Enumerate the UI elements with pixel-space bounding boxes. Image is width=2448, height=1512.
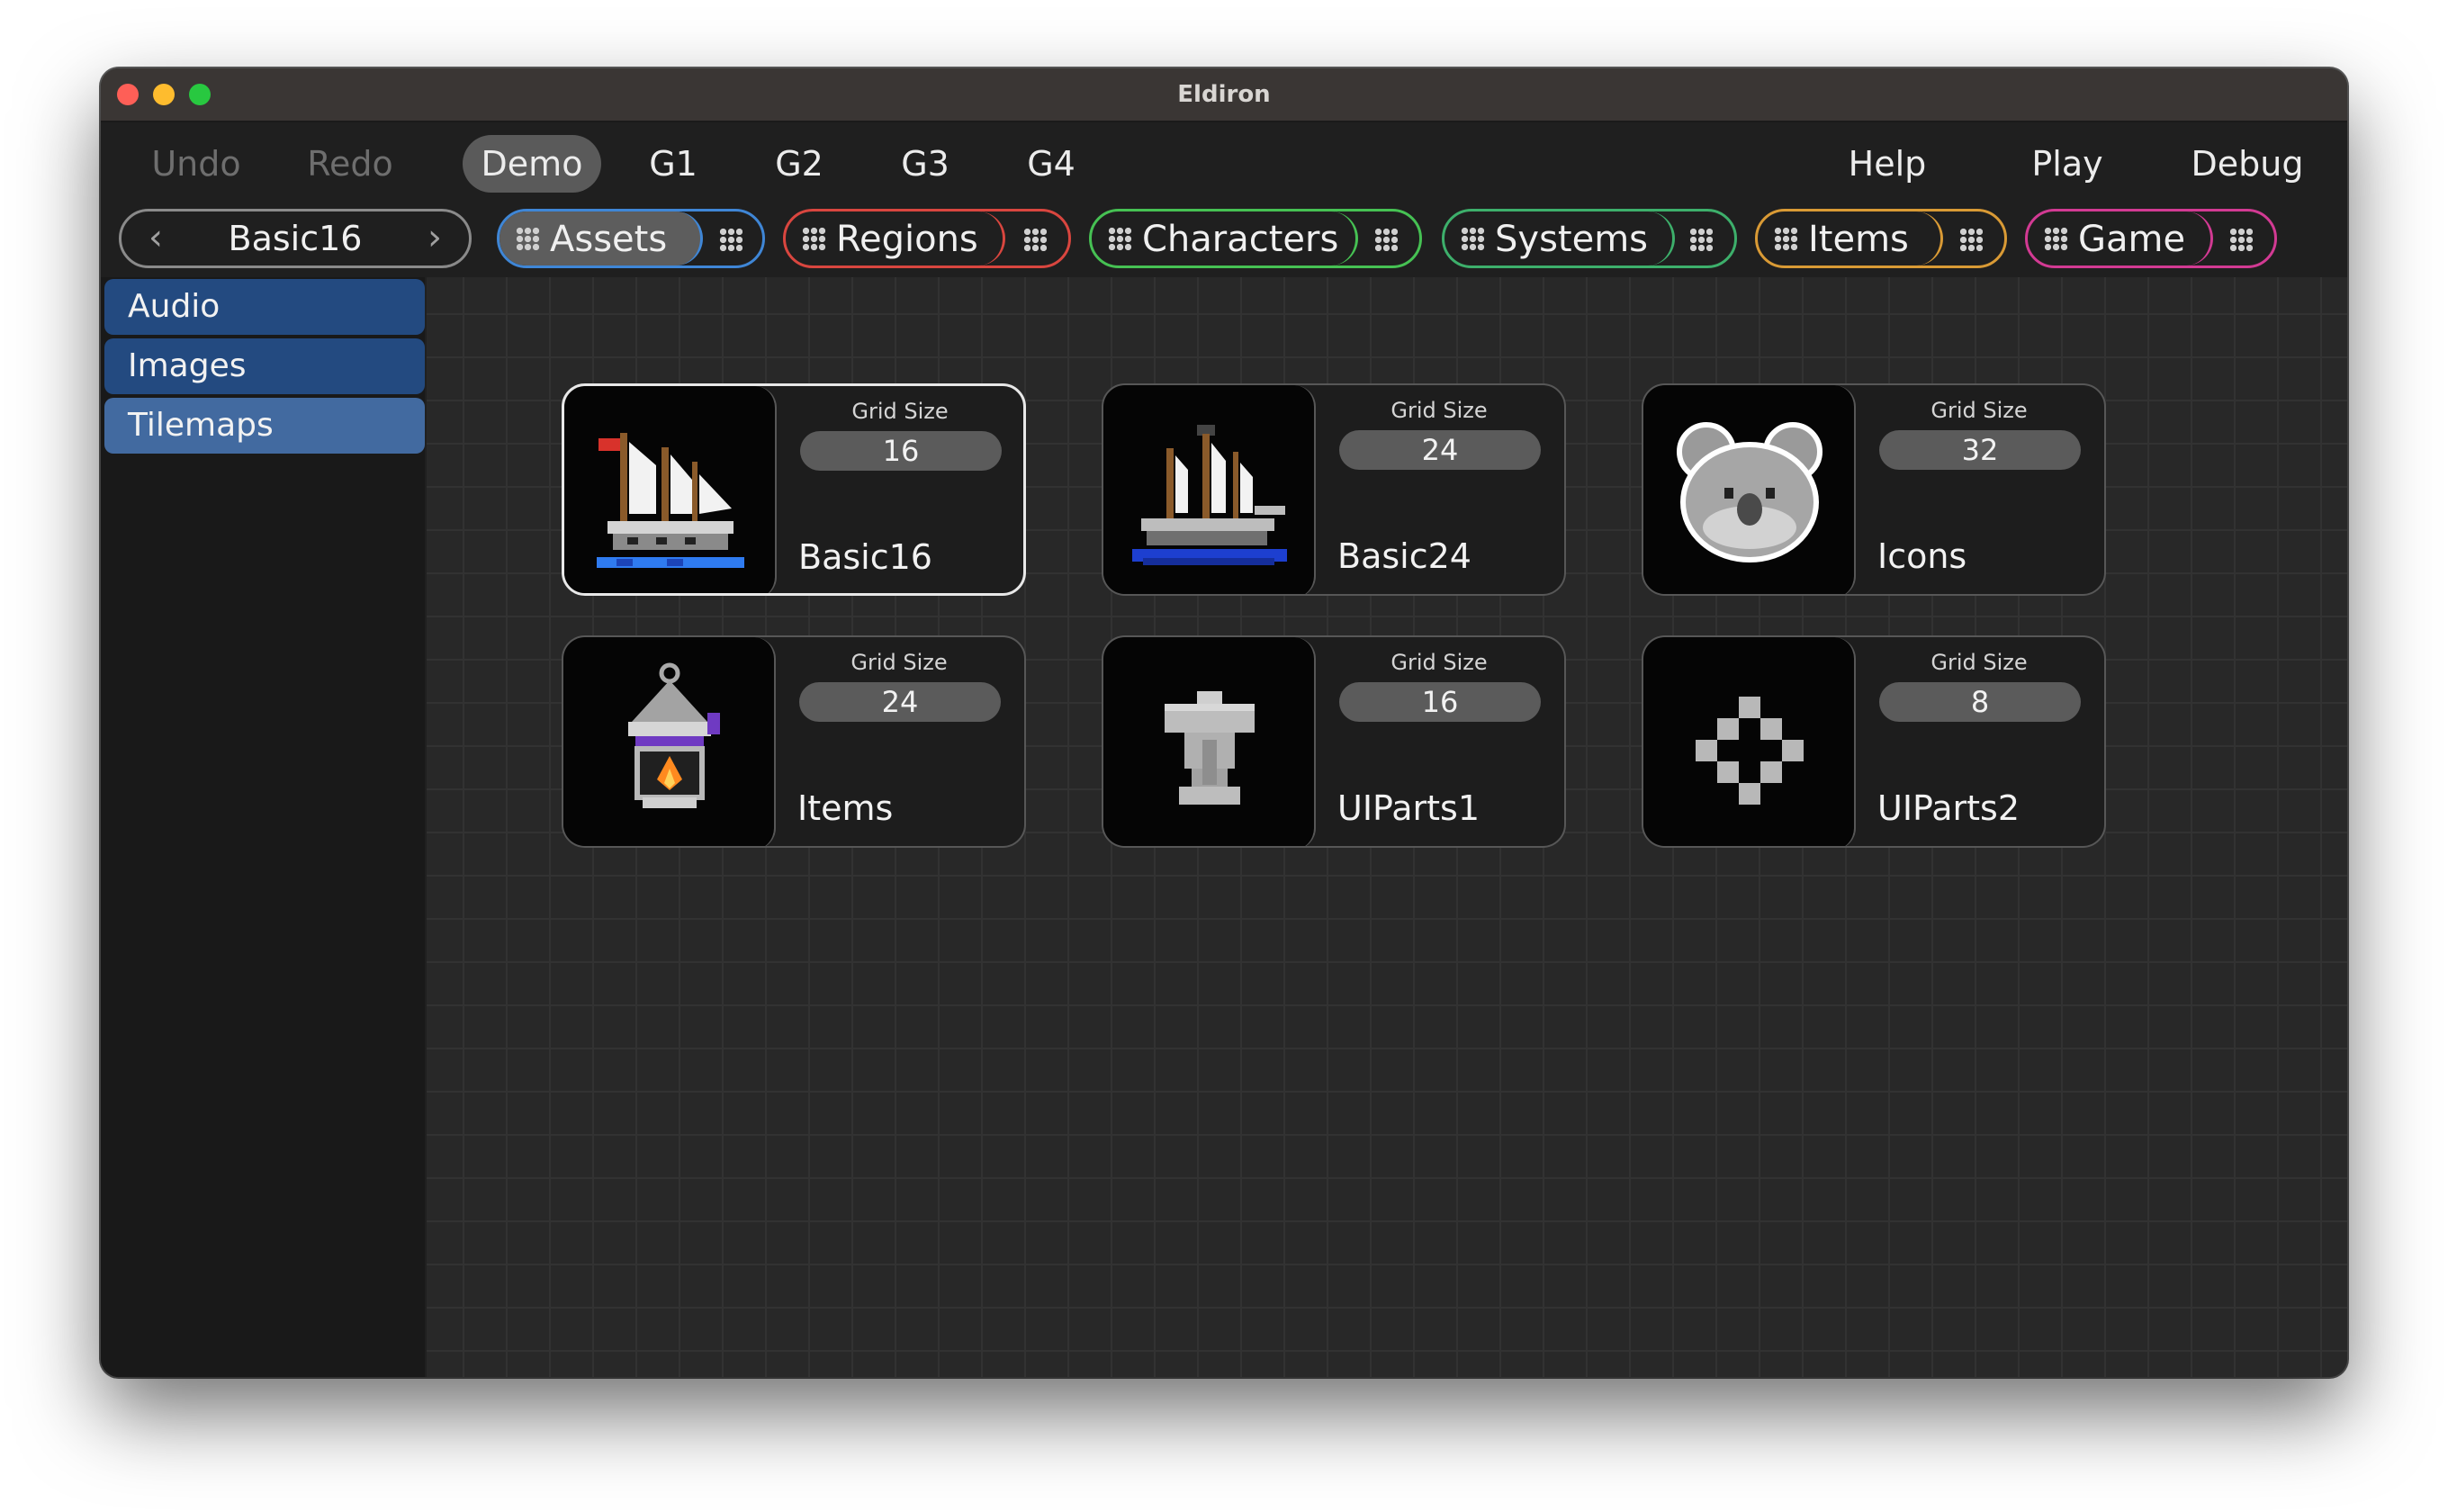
tab-regions[interactable]: Regions [783, 209, 1071, 268]
menu-bar: Undo Redo Demo G1 G2 G3 G4 Help Play Deb… [101, 122, 2347, 205]
grid-size-label: Grid Size [1930, 650, 2028, 675]
tab-game[interactable]: Game [2025, 209, 2277, 268]
grid-icon [516, 227, 540, 251]
tilemap-thumbnail [1643, 385, 1856, 594]
g3-button[interactable]: G3 [889, 135, 961, 193]
tab-label: Characters [1142, 219, 1339, 260]
tab-systems-main[interactable]: Systems [1444, 212, 1675, 266]
sidebar-item-audio[interactable]: Audio [104, 279, 425, 335]
tab-regions-main[interactable]: Regions [786, 212, 1005, 266]
sidebar-item-tilemaps[interactable]: Tilemaps [104, 398, 425, 454]
grid-icon[interactable] [1374, 228, 1398, 251]
tab-systems[interactable]: Systems [1442, 209, 1737, 268]
lantern-icon [628, 662, 720, 808]
title-bar: Eldiron [101, 68, 2347, 122]
undo-button[interactable]: Undo [133, 135, 259, 193]
grid-size-field[interactable]: 24 [799, 682, 1001, 722]
diamond-pattern-icon [1696, 697, 1804, 805]
koala-icon [1677, 422, 1822, 562]
tilemap-name: Items [797, 788, 894, 828]
grid-size-field[interactable]: 24 [1339, 430, 1541, 470]
app-window: Eldiron Undo Redo Demo G1 G2 G3 G4 Help … [101, 68, 2347, 1377]
tilemap-card-icons[interactable]: Grid Size 32 Icons [1642, 383, 2106, 596]
g1-button[interactable]: G1 [637, 135, 709, 193]
window-title: Eldiron [1177, 81, 1271, 108]
tab-characters[interactable]: Characters [1089, 209, 1422, 268]
debug-button[interactable]: Debug [2180, 135, 2315, 193]
grid-icon [802, 227, 826, 251]
tilemap-name: Basic24 [1337, 536, 1472, 576]
tilemap-card-items[interactable]: Grid Size 24 Items [562, 635, 1026, 848]
play-button[interactable]: Play [2018, 135, 2117, 193]
g4-button[interactable]: G4 [1015, 135, 1087, 193]
tab-characters-main[interactable]: Characters [1092, 212, 1358, 266]
tilemap-thumbnail [1103, 385, 1316, 594]
tab-items-main[interactable]: Items [1758, 212, 1943, 266]
tilemap-card-basic16[interactable]: Grid Size 16 Basic16 [562, 383, 1026, 596]
grid-icon [2044, 227, 2068, 251]
grid-icon[interactable] [1023, 228, 1047, 251]
grid-icon[interactable] [1689, 228, 1713, 251]
pirate-ship-icon [1132, 425, 1287, 565]
tilemap-name: Basic16 [798, 537, 932, 577]
tab-bar: ‹ Basic16 › Assets Regions Characters Sy… [101, 205, 2347, 277]
tilemap-navigator: ‹ Basic16 › [119, 209, 472, 268]
tilemap-gallery: Grid Size 16 Basic16 Grid Size 24 Basic2… [427, 277, 2347, 1377]
tilemap-name: UIParts2 [1877, 788, 2020, 828]
tab-label: Game [2078, 219, 2186, 260]
current-tilemap-label: Basic16 [228, 219, 363, 258]
tab-label: Items [1808, 219, 1909, 260]
chevron-left-icon[interactable]: ‹ [138, 217, 174, 258]
sailing-ship-icon [597, 433, 744, 568]
grid-icon [1461, 227, 1485, 251]
grid-size-field[interactable]: 8 [1879, 682, 2081, 722]
grid-size-label: Grid Size [850, 650, 948, 675]
grid-size-label: Grid Size [1390, 650, 1488, 675]
tab-assets-main[interactable]: Assets [500, 212, 703, 266]
grid-size-field[interactable]: 32 [1879, 430, 2081, 470]
grid-size-label: Grid Size [1390, 398, 1488, 423]
ui-part-icon [1165, 691, 1255, 805]
grid-icon [1108, 227, 1132, 251]
grid-size-field[interactable]: 16 [1339, 682, 1541, 722]
help-button[interactable]: Help [1829, 135, 1946, 193]
tilemap-card-uiparts1[interactable]: Grid Size 16 UIParts1 [1102, 635, 1566, 848]
tilemap-card-basic24[interactable]: Grid Size 24 Basic24 [1102, 383, 1566, 596]
tilemap-thumbnail [563, 637, 776, 846]
tilemap-thumbnail [1103, 637, 1316, 846]
tilemap-card-uiparts2[interactable]: Grid Size 8 UIParts2 [1642, 635, 2106, 848]
grid-size-field[interactable]: 16 [800, 431, 1002, 471]
redo-button[interactable]: Redo [292, 135, 409, 193]
chevron-right-icon[interactable]: › [417, 217, 453, 258]
grid-size-label: Grid Size [1930, 398, 2028, 423]
grid-icon [1774, 227, 1798, 251]
tilemap-thumbnail [1643, 637, 1856, 846]
tab-label: Regions [836, 219, 978, 260]
g2-button[interactable]: G2 [763, 135, 835, 193]
tilemap-name: UIParts1 [1337, 788, 1480, 828]
demo-button[interactable]: Demo [463, 135, 601, 193]
grid-icon[interactable] [1959, 228, 1983, 251]
sidebar-item-images[interactable]: Images [104, 338, 425, 394]
grid-size-label: Grid Size [851, 399, 949, 424]
tilemap-thumbnail [564, 386, 777, 593]
tab-assets[interactable]: Assets [497, 209, 765, 268]
tilemap-name: Icons [1877, 536, 1967, 576]
tab-label: Assets [550, 219, 668, 260]
tab-items[interactable]: Items [1755, 209, 2007, 268]
tab-label: Systems [1495, 219, 1648, 260]
grid-icon[interactable] [2229, 228, 2253, 251]
asset-category-sidebar: Audio Images Tilemaps [101, 277, 425, 1377]
grid-icon[interactable] [719, 228, 742, 251]
tab-game-main[interactable]: Game [2028, 212, 2213, 266]
